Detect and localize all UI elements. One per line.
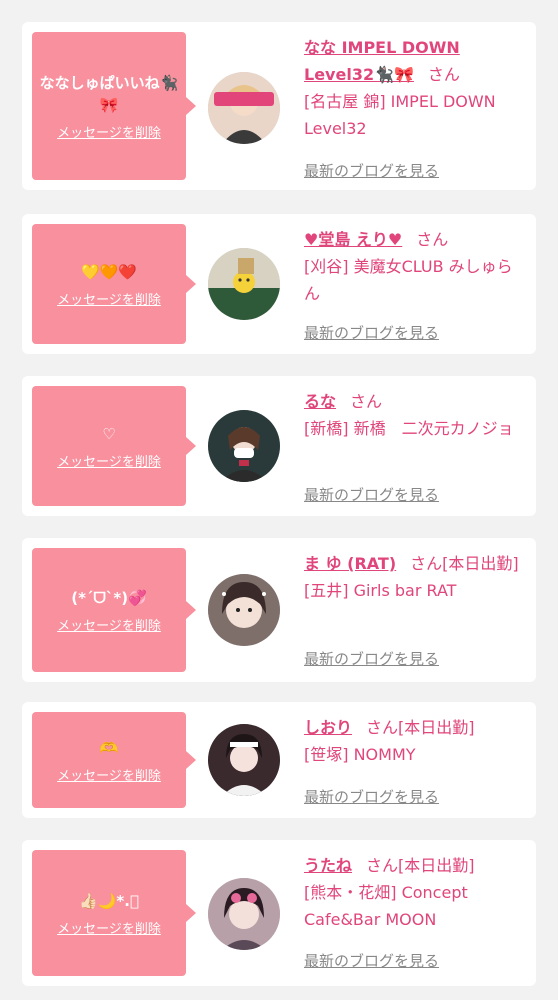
message-bubble: 👍🏻🌙*.ﾟ メッセージを削除 <box>32 850 196 976</box>
message-text: ななしゅぱいいね🐈‍⬛🎀 <box>39 73 179 114</box>
message-bubble: 🫶 メッセージを削除 <box>32 712 196 808</box>
message-text: 💛🧡❤️ <box>80 262 138 281</box>
cast-info: うたね さん[本日出勤] [熊本・花畑] Concept Cafe&Bar MOO… <box>304 852 528 933</box>
message-card: 👍🏻🌙*.ﾟ メッセージを削除 うたね さん[本日出勤] [熊本・花畑] Conc… <box>22 840 536 986</box>
cast-name-link[interactable]: るな <box>304 392 336 411</box>
avatar[interactable] <box>208 724 280 796</box>
message-bubble: ♡ メッセージを削除 <box>32 386 196 506</box>
honorific: さん <box>427 65 460 84</box>
avatar[interactable] <box>208 410 280 482</box>
latest-blog-link[interactable]: 最新のブログを見る <box>304 322 439 343</box>
avatar[interactable] <box>208 878 280 950</box>
cast-name-link[interactable]: うたね <box>304 856 352 875</box>
message-card: 💛🧡❤️ メッセージを削除 ♥堂島 えり♥ さん [刈谷] 美魔女CLUB みしゅ… <box>22 214 536 354</box>
cast-info: ま ゆ (RAT) さん[本日出勤] [五井] Girls bar RAT <box>304 550 528 604</box>
status-text: [本日出勤] <box>398 718 475 737</box>
honorific: さん <box>350 392 383 411</box>
latest-blog-link[interactable]: 最新のブログを見る <box>304 786 439 807</box>
status-text: [本日出勤] <box>442 554 519 573</box>
cast-name-link[interactable]: ま ゆ (RAT) <box>304 554 396 573</box>
shop-text: [笹塚] NOMMY <box>304 745 416 764</box>
message-card: ななしゅぱいいね🐈‍⬛🎀 メッセージを削除 なな IMPEL DOWN Leve… <box>22 22 536 190</box>
cast-info: なな IMPEL DOWN Level32🐈‍⬛🎀 さん [名古屋 錦] IMPE… <box>304 34 528 142</box>
avatar[interactable] <box>208 248 280 320</box>
avatar[interactable] <box>208 574 280 646</box>
honorific: さん <box>366 718 399 737</box>
latest-blog-link[interactable]: 最新のブログを見る <box>304 648 439 669</box>
honorific: さん <box>416 230 449 249</box>
message-text: 👍🏻🌙*.ﾟ <box>79 891 139 910</box>
message-list: ななしゅぱいいね🐈‍⬛🎀 メッセージを削除 なな IMPEL DOWN Leve… <box>0 0 558 1000</box>
shop-text: [刈谷] 美魔女CLUB みしゅらん <box>304 257 513 303</box>
cast-info: しおり さん[本日出勤] [笹塚] NOMMY <box>304 714 528 768</box>
honorific: さん <box>410 554 443 573</box>
latest-blog-link[interactable]: 最新のブログを見る <box>304 160 439 181</box>
delete-message-link[interactable]: メッセージを削除 <box>57 615 161 634</box>
message-text: 🫶 <box>99 738 119 757</box>
avatar[interactable] <box>208 72 280 144</box>
message-bubble: (*ˊᗜˋ*)💞 メッセージを削除 <box>32 548 196 672</box>
shop-text: [五井] Girls bar RAT <box>304 581 457 600</box>
delete-message-link[interactable]: メッセージを削除 <box>57 451 161 470</box>
message-bubble: 💛🧡❤️ メッセージを削除 <box>32 224 196 344</box>
message-text: ♡ <box>102 424 116 443</box>
cast-info: るな さん [新橋] 新橋 二次元カノジョ <box>304 388 528 442</box>
delete-message-link[interactable]: メッセージを削除 <box>57 765 161 784</box>
delete-message-link[interactable]: メッセージを削除 <box>57 289 161 308</box>
shop-text: [熊本・花畑] Concept Cafe&Bar MOON <box>304 883 468 929</box>
shop-text: [新橋] 新橋 二次元カノジョ <box>304 419 514 438</box>
shop-text: [名古屋 錦] IMPEL DOWN Level32 <box>304 92 496 138</box>
delete-message-link[interactable]: メッセージを削除 <box>57 122 161 141</box>
message-card: (*ˊᗜˋ*)💞 メッセージを削除 ま ゆ (RAT) さん[本日出勤] [五井]… <box>22 538 536 682</box>
message-card: 🫶 メッセージを削除 しおり さん[本日出勤] [笹塚] NOMMY 最新のブログ… <box>22 702 536 818</box>
delete-message-link[interactable]: メッセージを削除 <box>57 918 161 937</box>
latest-blog-link[interactable]: 最新のブログを見る <box>304 950 439 971</box>
message-text: (*ˊᗜˋ*)💞 <box>71 588 147 607</box>
honorific: さん <box>366 856 399 875</box>
cast-info: ♥堂島 えり♥ さん [刈谷] 美魔女CLUB みしゅらん <box>304 226 528 307</box>
latest-blog-link[interactable]: 最新のブログを見る <box>304 484 439 505</box>
status-text: [本日出勤] <box>398 856 475 875</box>
message-bubble: ななしゅぱいいね🐈‍⬛🎀 メッセージを削除 <box>32 32 196 180</box>
cast-name-link[interactable]: ♥堂島 えり♥ <box>304 230 402 249</box>
message-card: ♡ メッセージを削除 るな さん [新橋] 新橋 二次元カノジョ 最新のブログを見… <box>22 376 536 516</box>
cast-name-link[interactable]: しおり <box>304 718 352 737</box>
